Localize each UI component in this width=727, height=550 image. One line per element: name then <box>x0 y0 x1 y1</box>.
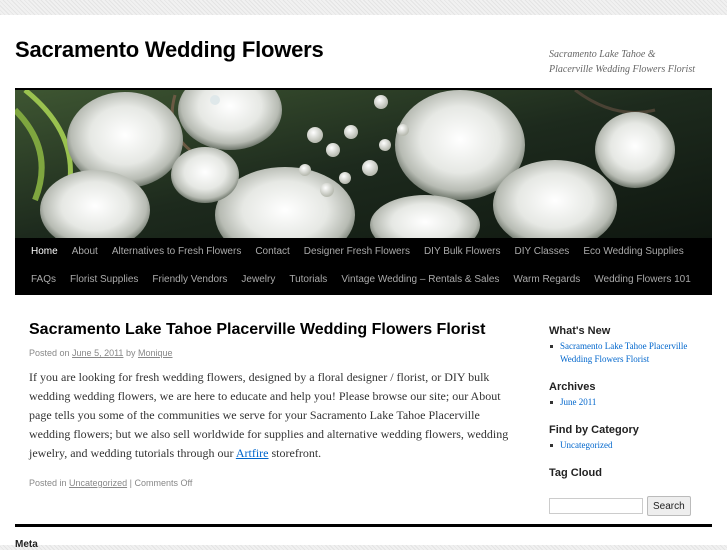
main-navigation: Home About Alternatives to Fresh Flowers… <box>15 238 712 295</box>
post-date-link[interactable]: June 5, 2011 <box>72 348 123 358</box>
nav-item-faqs[interactable]: FAQs <box>24 266 63 294</box>
widget-title: What's New <box>549 325 611 337</box>
category-link[interactable]: Uncategorized <box>550 439 714 452</box>
header-flower-image <box>15 90 712 238</box>
whats-new-widget: What's New Sacramento Lake Tahoe Placerv… <box>549 324 714 366</box>
nav-item-alternatives[interactable]: Alternatives to Fresh Flowers <box>105 238 249 266</box>
nav-item-warm-regards[interactable]: Warm Regards <box>506 266 587 294</box>
tag-cloud-widget: Tag Cloud Search <box>549 466 714 516</box>
nav-row-1: Home About Alternatives to Fresh Flowers… <box>24 238 691 266</box>
sidebar: What's New Sacramento Lake Tahoe Placerv… <box>549 324 714 530</box>
archives-widget: Archives June 2011 <box>549 380 714 409</box>
categories-widget: Find by Category Uncategorized <box>549 423 714 452</box>
widget-title: Tag Cloud <box>549 467 602 479</box>
nav-item-eco-wedding-supplies[interactable]: Eco Wedding Supplies <box>576 238 690 266</box>
nav-item-diy-classes[interactable]: DIY Classes <box>507 238 576 266</box>
nav-item-jewelry[interactable]: Jewelry <box>234 266 282 294</box>
post-title[interactable]: Sacramento Lake Tahoe Placerville Weddin… <box>29 320 499 340</box>
nav-row-2: FAQs Florist Supplies Friendly Vendors J… <box>24 266 698 294</box>
by-label: by <box>125 348 136 358</box>
search-form: Search <box>549 496 714 516</box>
category-link[interactable]: Uncategorized <box>69 478 127 488</box>
white-roses-illustration <box>15 90 712 238</box>
meta-separator: | <box>129 478 132 488</box>
archive-link[interactable]: June 2011 <box>550 396 714 409</box>
post-author-link[interactable]: Monique <box>138 348 173 358</box>
page-wrapper: Sacramento Wedding Flowers Sacramento La… <box>0 15 727 550</box>
widget-title: Archives <box>549 381 596 393</box>
search-button[interactable]: Search <box>647 496 691 516</box>
nav-item-contact[interactable]: Contact <box>248 238 296 266</box>
artfire-link[interactable]: Artfire <box>236 446 269 460</box>
comments-status: Comments Off <box>134 478 193 488</box>
nav-item-home[interactable]: Home <box>24 238 65 266</box>
search-input[interactable] <box>549 498 643 514</box>
nav-item-tutorials[interactable]: Tutorials <box>282 266 334 294</box>
site-title[interactable]: Sacramento Wedding Flowers <box>15 37 324 63</box>
post-paragraph: If you are looking for fresh wedding flo… <box>29 368 509 463</box>
post-utility: Posted in Uncategorized | Comments Off <box>29 477 499 489</box>
nav-item-vintage-wedding[interactable]: Vintage Wedding – Rentals & Sales <box>334 266 506 294</box>
nav-item-friendly-vendors[interactable]: Friendly Vendors <box>145 266 234 294</box>
site-description: Sacramento Lake Tahoe & Placerville Wedd… <box>549 49 696 75</box>
nav-item-diy-bulk-flowers[interactable]: DIY Bulk Flowers <box>417 238 508 266</box>
post-meta: Posted on June 5, 2011 by Monique <box>29 347 499 359</box>
posted-on-label: Posted on <box>29 348 70 358</box>
recent-post-link[interactable]: Sacramento Lake Tahoe Placerville Weddin… <box>550 340 714 366</box>
widget-title: Find by Category <box>549 424 639 436</box>
nav-item-about[interactable]: About <box>65 238 105 266</box>
post-body-text-end: storefront. <box>268 446 322 460</box>
posted-in-label: Posted in <box>29 478 67 488</box>
footer-divider <box>15 524 712 527</box>
nav-item-designer-fresh-flowers[interactable]: Designer Fresh Flowers <box>297 238 417 266</box>
post: Sacramento Lake Tahoe Placerville Weddin… <box>29 320 508 489</box>
nav-item-wedding-flowers-101[interactable]: Wedding Flowers 101 <box>587 266 698 294</box>
nav-item-florist-supplies[interactable]: Florist Supplies <box>63 266 145 294</box>
post-content: If you are looking for fresh wedding flo… <box>29 368 509 463</box>
